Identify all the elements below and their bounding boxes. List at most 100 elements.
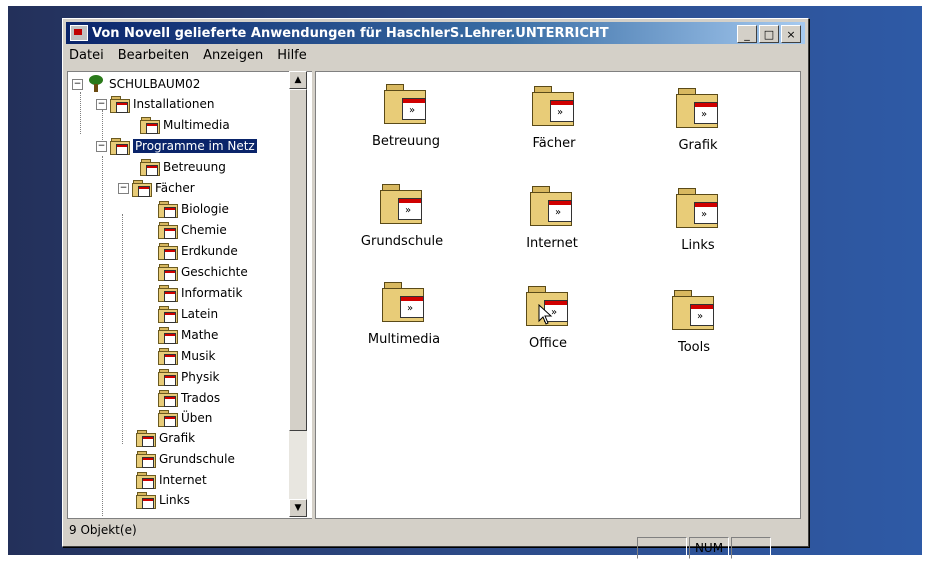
tree-item-musik[interactable]: Musik (158, 346, 216, 366)
tree-label: Latein (181, 307, 219, 321)
tree-item-informatik[interactable]: Informatik (158, 283, 242, 303)
collapse-icon[interactable]: − (96, 140, 107, 152)
tree-item-latein[interactable]: Latein (158, 304, 218, 324)
folder-icon (158, 369, 178, 386)
tree-label-selected: Programme im Netz (133, 139, 257, 153)
tree-item-programme[interactable]: − Programme im Netz (96, 136, 257, 156)
folder-label: Multimedia (367, 332, 441, 347)
tree-label: Biologie (181, 202, 229, 216)
tree-item-physik[interactable]: Physik (158, 367, 219, 387)
folder-links[interactable]: Links (638, 188, 758, 253)
menu-hilfe[interactable]: Hilfe (275, 48, 309, 68)
content-pane[interactable]: Betreuung Fächer Grafik Grundschule Inte… (315, 71, 801, 519)
folder-icon (158, 243, 178, 260)
close-icon[interactable]: × (781, 25, 801, 43)
folder-icon (676, 88, 720, 128)
tree-item-grafik[interactable]: Grafik (136, 428, 195, 448)
tree-label: Musik (181, 349, 216, 363)
folder-icon (158, 285, 178, 302)
collapse-icon[interactable]: − (118, 182, 129, 194)
folder-label: Fächer (532, 136, 576, 151)
menu-bearbeiten[interactable]: Bearbeiten (116, 48, 191, 68)
tree-scrollbar[interactable]: ▲ ▼ (289, 71, 307, 517)
folder-icon (380, 184, 424, 224)
folder-icon (384, 84, 428, 124)
tree-item-geschichte[interactable]: Geschichte (158, 262, 248, 282)
tree-label: Mathe (181, 328, 219, 342)
maximize-icon[interactable]: □ (759, 25, 779, 43)
tree-root[interactable]: − SCHULBAUM02 (72, 74, 200, 94)
novell-applications-window: Von Novell gelieferte Anwendungen für Ha… (62, 18, 809, 559)
tree-item-erdkunde[interactable]: Erdkunde (158, 241, 238, 261)
tree-item-chemie[interactable]: Chemie (158, 220, 227, 240)
tree-item-faecher[interactable]: − Fächer (118, 178, 195, 198)
tree-item-grundschule[interactable]: Grundschule (136, 449, 235, 469)
tree-label: Links (159, 493, 190, 507)
folder-label: Office (529, 336, 567, 351)
tree-item-betreuung[interactable]: Betreuung (140, 157, 226, 177)
tree-root-label: SCHULBAUM02 (109, 77, 201, 91)
tree-label: Geschichte (181, 265, 248, 279)
folder-icon (158, 264, 178, 281)
scroll-up-icon[interactable]: ▲ (289, 71, 307, 89)
folder-betreuung[interactable]: Betreuung (346, 84, 466, 149)
mouse-cursor-icon (538, 304, 553, 325)
folder-tools[interactable]: Tools (634, 290, 754, 355)
folder-label: Links (681, 238, 715, 253)
tree-label: Internet (159, 473, 207, 487)
folder-grundschule[interactable]: Grundschule (342, 184, 462, 249)
folder-icon (136, 451, 156, 468)
folder-multimedia[interactable]: Multimedia (344, 282, 464, 347)
tree-pane[interactable]: − SCHULBAUM02 − Installationen Multimedi… (67, 71, 312, 519)
title-bar[interactable]: Von Novell gelieferte Anwendungen für Ha… (66, 22, 805, 44)
folder-icon (676, 188, 720, 228)
folder-icon (672, 290, 716, 330)
window-title: Von Novell gelieferte Anwendungen für Ha… (92, 25, 609, 41)
scroll-down-icon[interactable]: ▼ (289, 499, 307, 517)
tree-item-biologie[interactable]: Biologie (158, 199, 229, 219)
collapse-icon[interactable]: − (72, 78, 83, 90)
tree-item-installationen[interactable]: − Installationen (96, 94, 214, 114)
tree-label: Multimedia (163, 118, 230, 132)
status-panel-empty (637, 537, 687, 559)
tree-item-mathe[interactable]: Mathe (158, 325, 218, 345)
tree-label: Informatik (181, 286, 243, 300)
tree-label: Trados (181, 391, 221, 405)
folder-icon (530, 186, 574, 226)
folder-icon (158, 410, 178, 427)
folder-icon (132, 180, 152, 197)
tree-label: Chemie (181, 223, 227, 237)
tree-label: Erdkunde (181, 244, 238, 258)
tree-item-links[interactable]: Links (136, 490, 190, 510)
folder-label: Tools (677, 340, 711, 355)
menu-bar: Datei Bearbeiten Anzeigen Hilfe (67, 48, 309, 68)
folder-icon (136, 492, 156, 509)
menu-datei[interactable]: Datei (67, 48, 106, 68)
minimize-icon[interactable]: _ (737, 25, 757, 43)
status-object-count: 9 Objekt(e) (69, 523, 137, 537)
tree-item-ueben[interactable]: Üben (158, 408, 212, 428)
tree-guide (80, 92, 81, 134)
collapse-icon[interactable]: − (96, 98, 107, 110)
folder-icon (110, 96, 130, 113)
folder-icon (140, 159, 160, 176)
tree-label: Installationen (133, 97, 215, 111)
folder-icon (158, 201, 178, 218)
folder-icon (158, 348, 178, 365)
menu-anzeigen[interactable]: Anzeigen (201, 48, 265, 68)
folder-icon (136, 430, 156, 447)
folder-grafik[interactable]: Grafik (638, 88, 758, 153)
status-panel-empty (731, 537, 771, 559)
folder-icon (140, 117, 160, 134)
tree-label: Fächer (155, 181, 195, 195)
tree-item-trados[interactable]: Trados (158, 388, 220, 408)
folder-icon (382, 282, 426, 322)
folder-internet[interactable]: Internet (492, 186, 612, 251)
scrollbar-thumb[interactable] (289, 89, 307, 431)
folder-icon (158, 222, 178, 239)
tree-item-internet[interactable]: Internet (136, 470, 207, 490)
app-icon (70, 25, 88, 41)
tree-item-multimedia-inst[interactable]: Multimedia (140, 115, 230, 135)
folder-faecher[interactable]: Fächer (494, 86, 614, 151)
folder-icon (136, 472, 156, 489)
